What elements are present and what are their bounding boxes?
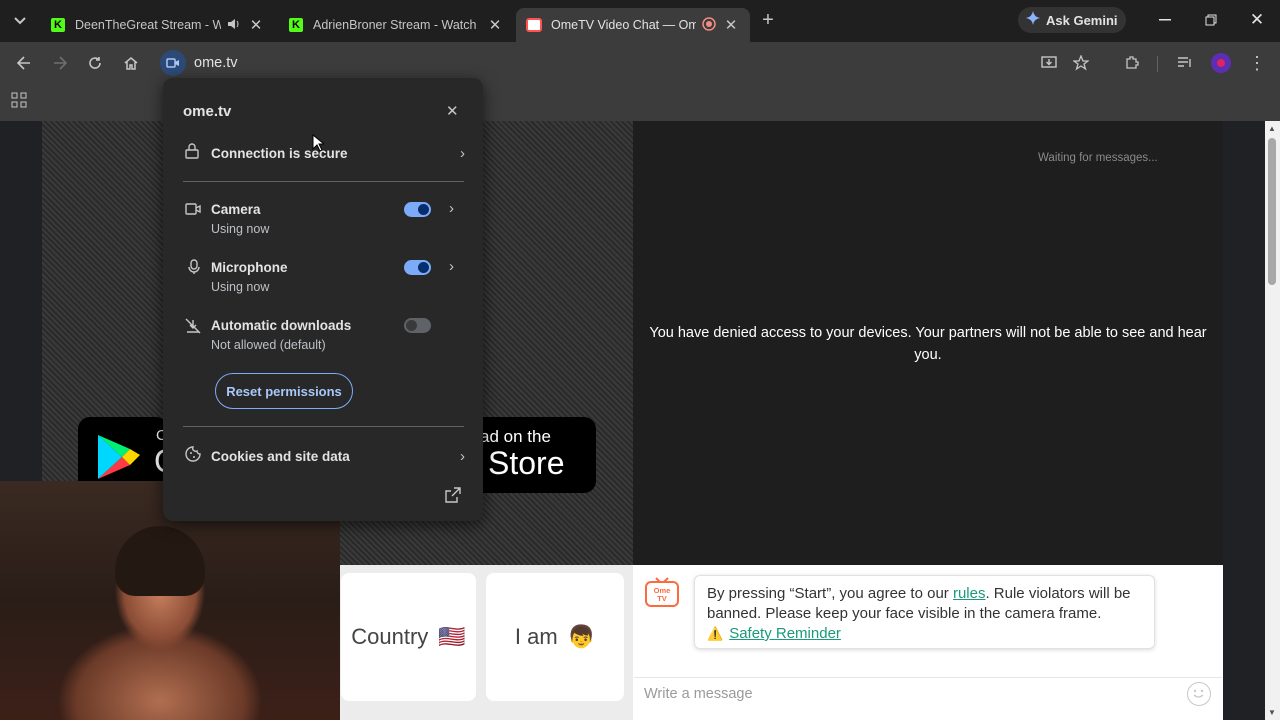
gender-selector[interactable]: I am 👦	[486, 573, 624, 701]
restore-icon[interactable]	[1199, 8, 1223, 32]
divider	[183, 426, 464, 427]
tab-adrienbroner[interactable]: K AdrienBroner Stream - Watch L ✕	[278, 8, 514, 42]
microphone-toggle[interactable]	[404, 260, 431, 275]
tab-search-icon[interactable]	[8, 9, 32, 33]
close-tab-icon[interactable]: ✕	[247, 16, 265, 34]
kick-icon: K	[288, 17, 304, 33]
microphone-status: Using now	[211, 280, 270, 294]
tab-title: AdrienBroner Stream - Watch L	[313, 18, 480, 32]
us-flag-icon: 🇺🇸	[438, 624, 466, 649]
microphone-icon	[188, 259, 200, 280]
chevron-right-icon[interactable]: ›	[449, 258, 454, 275]
chevron-right-icon: ›	[460, 448, 465, 465]
bookmark-star-icon[interactable]	[1069, 51, 1093, 75]
downloads-blocked-icon	[185, 318, 201, 339]
forward-icon[interactable]	[48, 51, 72, 75]
new-tab-icon[interactable]: +	[756, 8, 780, 32]
downloads-label: Automatic downloads	[211, 318, 352, 333]
downloads-toggle[interactable]	[404, 318, 431, 333]
camera-status: Using now	[211, 222, 270, 236]
microphone-label: Microphone	[211, 260, 288, 275]
scrollbar-thumb[interactable]	[1268, 138, 1276, 285]
back-icon[interactable]	[12, 51, 36, 75]
waiting-text: Waiting for messages...	[1038, 152, 1158, 164]
google-play-icon	[96, 433, 142, 486]
profile-avatar[interactable]	[1211, 53, 1231, 73]
popup-site-title: ome.tv	[183, 103, 232, 120]
tab-deenthegreat[interactable]: K DeenTheGreat Stream - Wa ✕	[40, 8, 275, 42]
tab-ometv[interactable]: OmeTV Video Chat — Ome ✕	[516, 8, 750, 42]
rules-link[interactable]: rules	[953, 585, 986, 602]
tab-title: DeenTheGreat Stream - Wa	[75, 18, 221, 32]
minimize-icon[interactable]	[1153, 8, 1177, 32]
gemini-icon	[1026, 10, 1040, 30]
ask-gemini-label: Ask Gemini	[1046, 12, 1118, 28]
menu-kebab-icon[interactable]: ⋮	[1245, 51, 1269, 75]
lock-icon	[185, 143, 211, 164]
kick-icon: K	[50, 17, 66, 33]
connection-row[interactable]: Connection is secure ›	[185, 143, 465, 164]
reset-permissions-button[interactable]: Reset permissions	[215, 373, 353, 409]
tab-title: OmeTV Video Chat — Ome	[551, 18, 696, 32]
app-store-badge[interactable]: ad on the Store	[470, 417, 596, 493]
cookie-icon	[185, 446, 211, 467]
cookies-label: Cookies and site data	[211, 449, 350, 464]
home-icon[interactable]	[119, 51, 143, 75]
downloads-status: Not allowed (default)	[211, 338, 326, 352]
emoji-icon[interactable]	[1187, 682, 1211, 706]
tab-strip: K DeenTheGreat Stream - Wa ✕ K AdrienBro…	[0, 0, 1280, 42]
chevron-right-icon: ›	[460, 145, 465, 162]
address-bar[interactable]: ome.tv	[160, 49, 1170, 77]
country-selector[interactable]: Country 🇺🇸	[341, 573, 476, 701]
mouse-cursor-icon	[312, 133, 326, 157]
url-text[interactable]: ome.tv	[194, 55, 238, 71]
camera-subject	[115, 526, 205, 596]
ometv-logo: Ome TV	[644, 576, 680, 608]
denied-access-message: You have denied access to your devices. …	[649, 325, 1207, 363]
rules-notice: By pressing “Start”, you agree to our ru…	[694, 575, 1155, 649]
boy-emoji-icon: 👦	[567, 624, 596, 649]
open-external-icon[interactable]	[445, 487, 461, 508]
extensions-icon[interactable]	[1120, 51, 1144, 75]
close-tab-icon[interactable]: ✕	[722, 16, 740, 34]
chevron-right-icon[interactable]: ›	[449, 200, 454, 217]
media-controls-icon[interactable]	[1173, 51, 1197, 75]
country-label: Country	[351, 624, 429, 649]
apps-grid-icon[interactable]	[7, 88, 31, 112]
cookies-row[interactable]: Cookies and site data ›	[185, 446, 465, 467]
divider	[183, 181, 464, 182]
popup-close-icon[interactable]: ✕	[446, 102, 459, 120]
camera-label: Camera	[211, 202, 261, 217]
toolbar-divider	[1157, 56, 1158, 72]
site-info-icon[interactable]	[160, 50, 186, 76]
camera-toggle[interactable]	[404, 202, 431, 217]
scroll-up-icon[interactable]: ▲	[1268, 124, 1276, 133]
ask-gemini-button[interactable]: Ask Gemini	[1018, 7, 1126, 33]
gender-label: I am	[514, 624, 558, 649]
warning-icon: ⚠️	[707, 626, 724, 641]
safety-reminder-link[interactable]: Safety Reminder	[729, 625, 841, 642]
close-window-icon[interactable]: ✕	[1245, 8, 1269, 32]
message-input[interactable]: Write a message	[634, 677, 1222, 710]
scroll-down-icon[interactable]: ▼	[1268, 708, 1276, 717]
ometv-logo-text: Ome TV	[653, 586, 671, 603]
ometv-icon	[526, 17, 542, 33]
recording-icon	[702, 16, 716, 34]
notice-text: By pressing “Start”, you agree to our	[707, 585, 953, 602]
app-store-title: Store	[488, 445, 565, 481]
speaker-icon[interactable]	[227, 18, 241, 33]
connection-label: Connection is secure	[211, 146, 348, 161]
app-store-caption: ad on the	[480, 427, 551, 446]
camera-icon	[185, 202, 201, 221]
close-tab-icon[interactable]: ✕	[486, 16, 504, 34]
install-app-icon[interactable]	[1037, 51, 1061, 75]
reload-icon[interactable]	[83, 51, 107, 75]
